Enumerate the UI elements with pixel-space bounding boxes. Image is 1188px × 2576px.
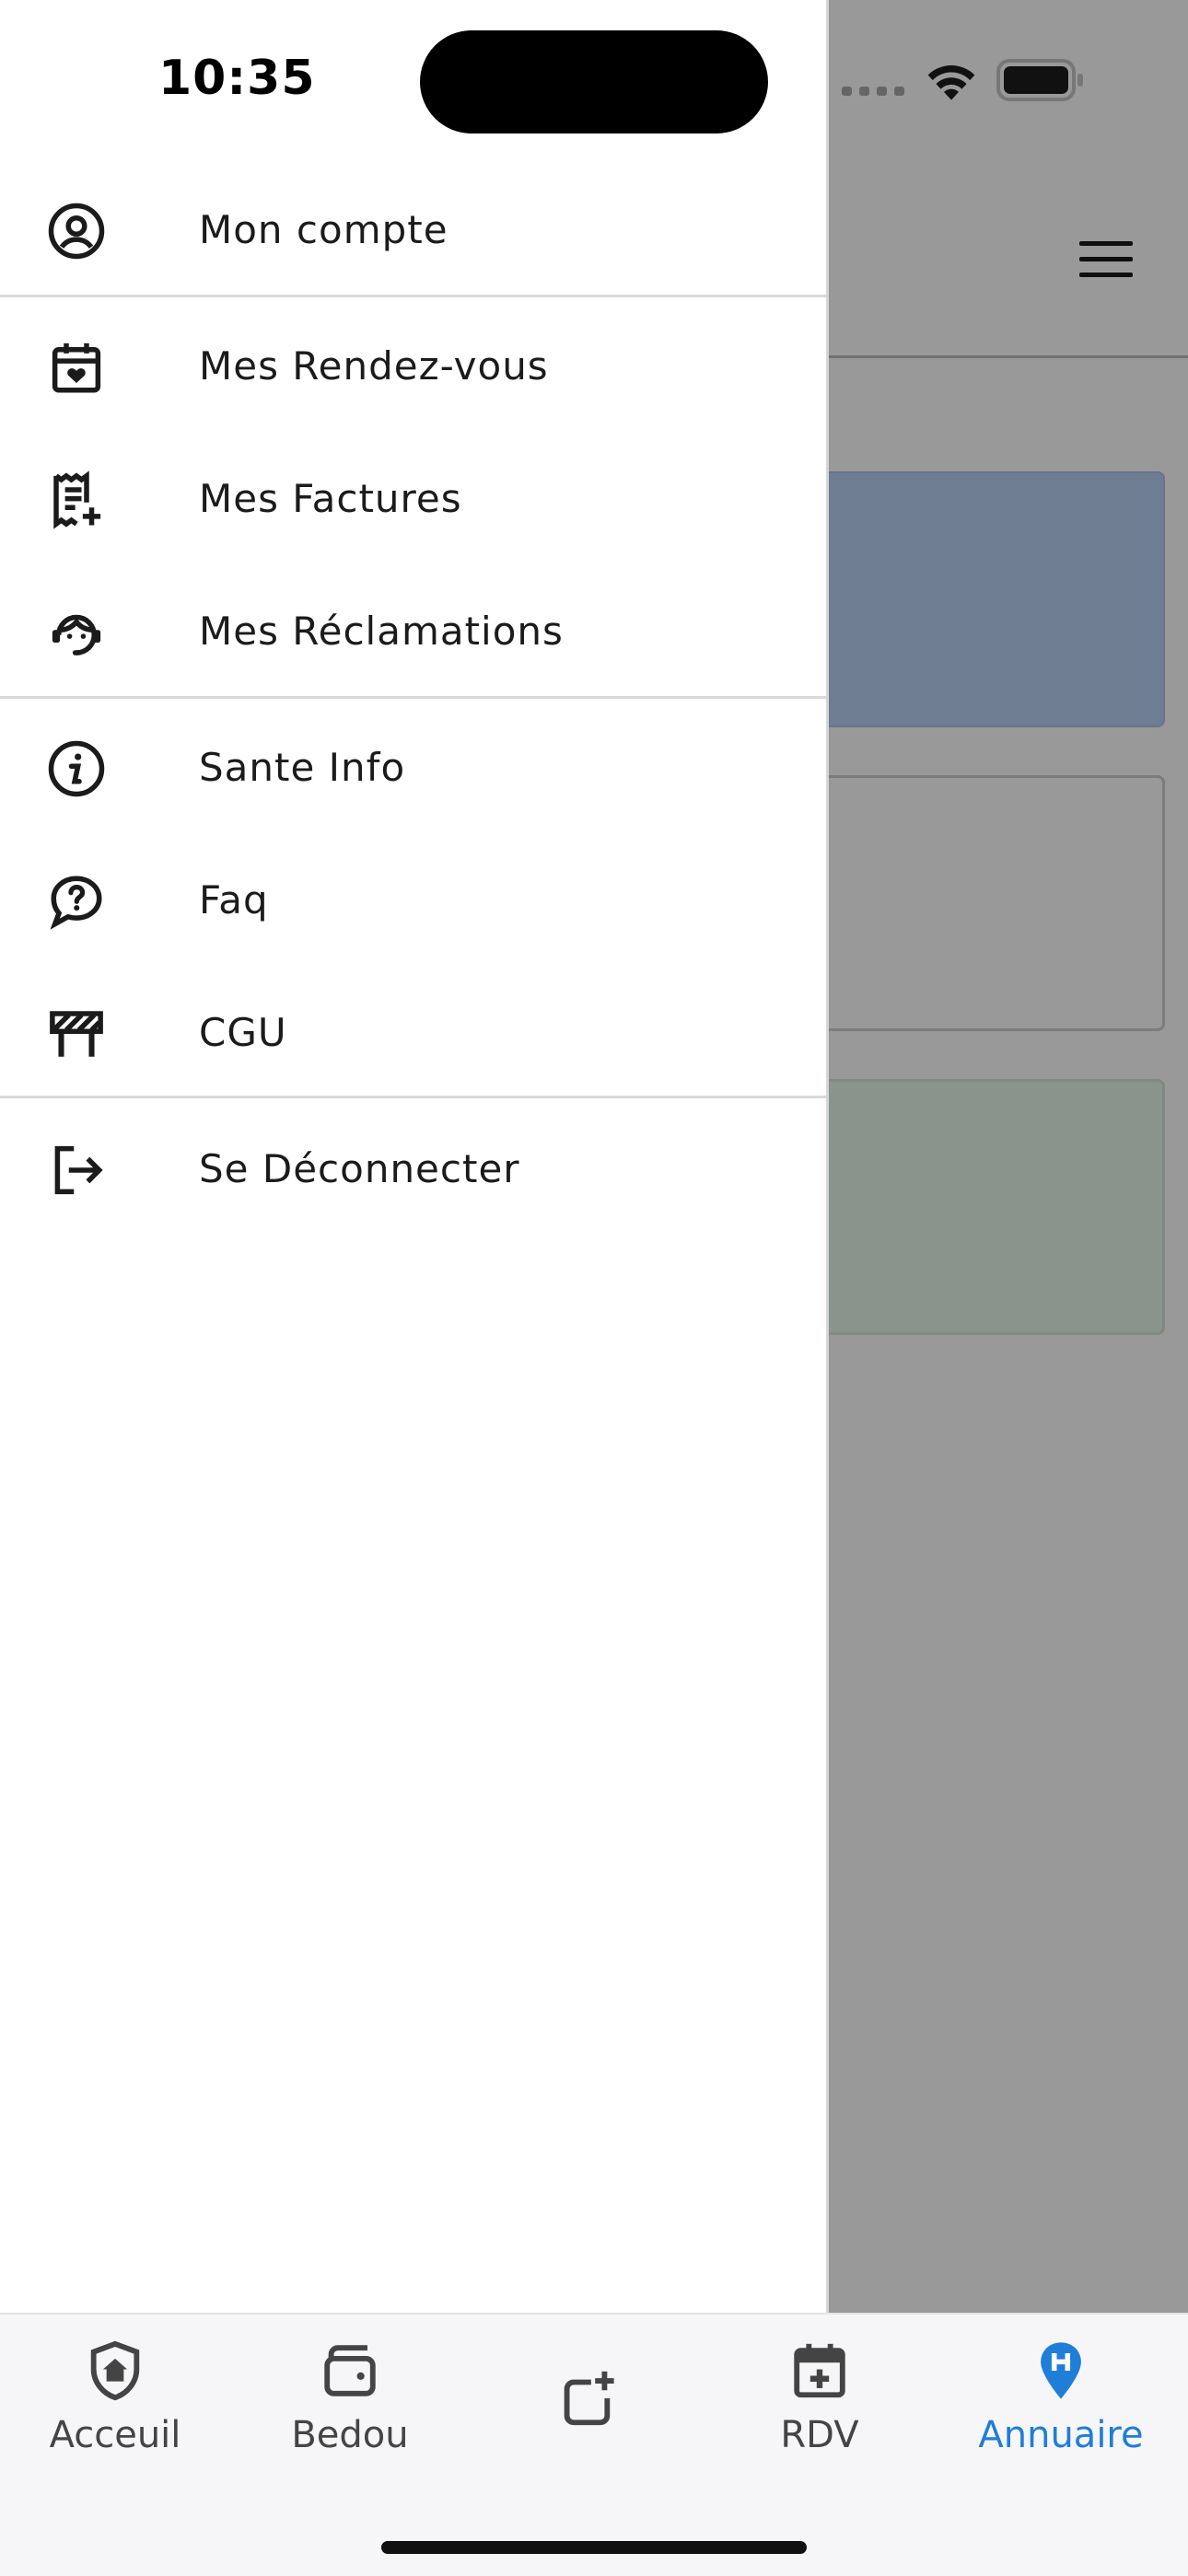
tab-bedou[interactable]: Bedou xyxy=(235,2326,465,2491)
support-agent-icon xyxy=(52,614,101,656)
info-circle-icon xyxy=(48,740,105,797)
hospital-pin-icon xyxy=(1041,2342,1081,2399)
tab-label: Bedou xyxy=(291,2414,409,2456)
drawer-item-label: Mes Réclamations xyxy=(199,609,564,654)
dynamic-island xyxy=(420,30,768,133)
drawer-item-mes-rendez-vous[interactable]: Mes Rendez-vous xyxy=(0,309,826,420)
drawer-item-faq[interactable]: Faq xyxy=(0,843,826,954)
drawer-item-label: Mes Rendez-vous xyxy=(199,343,549,389)
drawer-item-label: Mon compte xyxy=(199,207,448,252)
invoice-add-icon xyxy=(53,470,101,529)
drawer-divider xyxy=(0,696,826,699)
drawer-item-label: Se Déconnecter xyxy=(199,1146,520,1191)
tab-label: Annuaire xyxy=(978,2414,1144,2456)
user-circle-icon xyxy=(48,203,105,260)
drawer-item-mon-compte[interactable]: Mon compte xyxy=(0,173,826,284)
logout-icon xyxy=(54,1145,103,1195)
drawer-divider xyxy=(0,295,826,297)
side-drawer: Mon compte Mes Rendez-vous Mes Factures xyxy=(0,0,829,2313)
drawer-item-label: Sante Info xyxy=(199,745,406,790)
calendar-add-icon xyxy=(794,2343,845,2398)
drawer-item-cgu[interactable]: CGU xyxy=(0,976,826,1086)
shield-home-icon xyxy=(90,2340,140,2401)
signal-icon xyxy=(842,87,906,96)
drawer-item-mes-reclamations[interactable]: Mes Réclamations xyxy=(0,574,826,685)
battery-icon xyxy=(996,59,1083,101)
wifi-icon xyxy=(927,65,975,100)
drawer-item-label: Mes Factures xyxy=(199,476,462,521)
tab-rdv[interactable]: RDV xyxy=(705,2326,935,2491)
tab-annuaire[interactable]: Annuaire xyxy=(946,2326,1176,2491)
question-bubble-icon xyxy=(50,876,102,930)
status-time: 10:35 xyxy=(158,51,316,106)
wallet-icon xyxy=(324,2345,376,2396)
bottom-tab-bar: Acceuil Bedou RDV Annuaire xyxy=(0,2313,1188,2576)
add-square-icon xyxy=(564,2371,614,2426)
drawer-item-se-deconnecter[interactable]: Se Déconnecter xyxy=(0,1112,826,1223)
drawer-item-mes-factures[interactable]: Mes Factures xyxy=(0,442,826,552)
calendar-heart-icon xyxy=(52,342,101,393)
barrier-icon xyxy=(50,1011,103,1057)
drawer-divider xyxy=(0,1096,826,1098)
tab-label: RDV xyxy=(780,2414,859,2456)
tab-label: Acceuil xyxy=(49,2414,181,2456)
home-indicator xyxy=(381,2541,807,2554)
drawer-item-label: CGU xyxy=(199,1010,287,1055)
tab-acceuil[interactable]: Acceuil xyxy=(0,2326,230,2491)
drawer-item-sante-info[interactable]: Sante Info xyxy=(0,711,826,821)
drawer-item-label: Faq xyxy=(199,877,269,922)
tab-add[interactable] xyxy=(471,2326,701,2491)
